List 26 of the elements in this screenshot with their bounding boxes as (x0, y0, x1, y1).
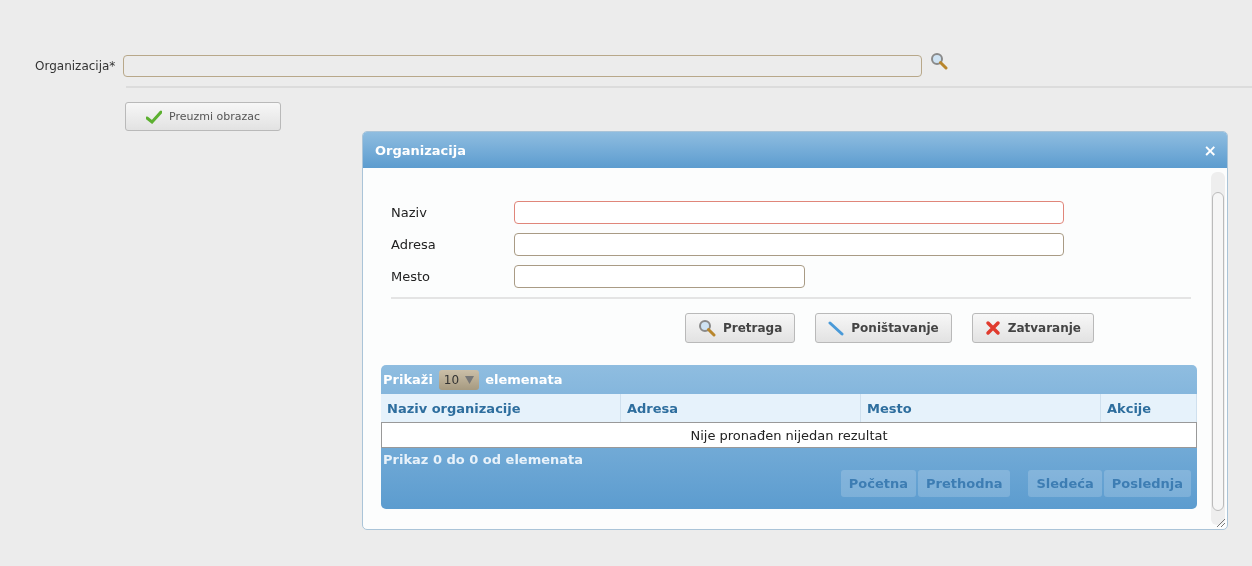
dropdown-icon (465, 375, 475, 384)
close-button[interactable]: × (1203, 140, 1217, 160)
page-size-select[interactable]: 10 (438, 369, 480, 390)
field-label: Naziv (390, 205, 428, 220)
empty-message: Nije pronađen nijedan rezultat (381, 422, 1197, 448)
action-button[interactable]: Pretraga (685, 313, 796, 343)
submit-button[interactable]: Preuzmi obrazac (125, 102, 282, 131)
table-info: Prikaz 0 do 0 od elemenata (382, 450, 585, 469)
checkmark-icon (146, 109, 162, 124)
scrollbar[interactable] (1211, 172, 1225, 525)
action-button[interactable]: Zatvaranje (971, 313, 1094, 343)
search-icon (698, 319, 716, 337)
field-label: Mesto (390, 269, 432, 284)
close-icon (984, 320, 1001, 336)
action-button[interactable]: Poništavanje (815, 313, 952, 343)
search-icon (930, 52, 949, 70)
show-label: elemenata (485, 372, 563, 387)
show-label: Prikaži (383, 372, 433, 387)
text-field[interactable] (514, 233, 1064, 256)
organization-field[interactable] (123, 55, 923, 77)
text-field[interactable] (514, 265, 805, 288)
field-label: Organizacija* (35, 59, 116, 73)
dialog-title: Organizacija (375, 142, 466, 158)
field-label: Adresa (390, 237, 437, 252)
text-field[interactable] (514, 201, 1064, 224)
resize-grip-icon[interactable] (1215, 517, 1225, 527)
